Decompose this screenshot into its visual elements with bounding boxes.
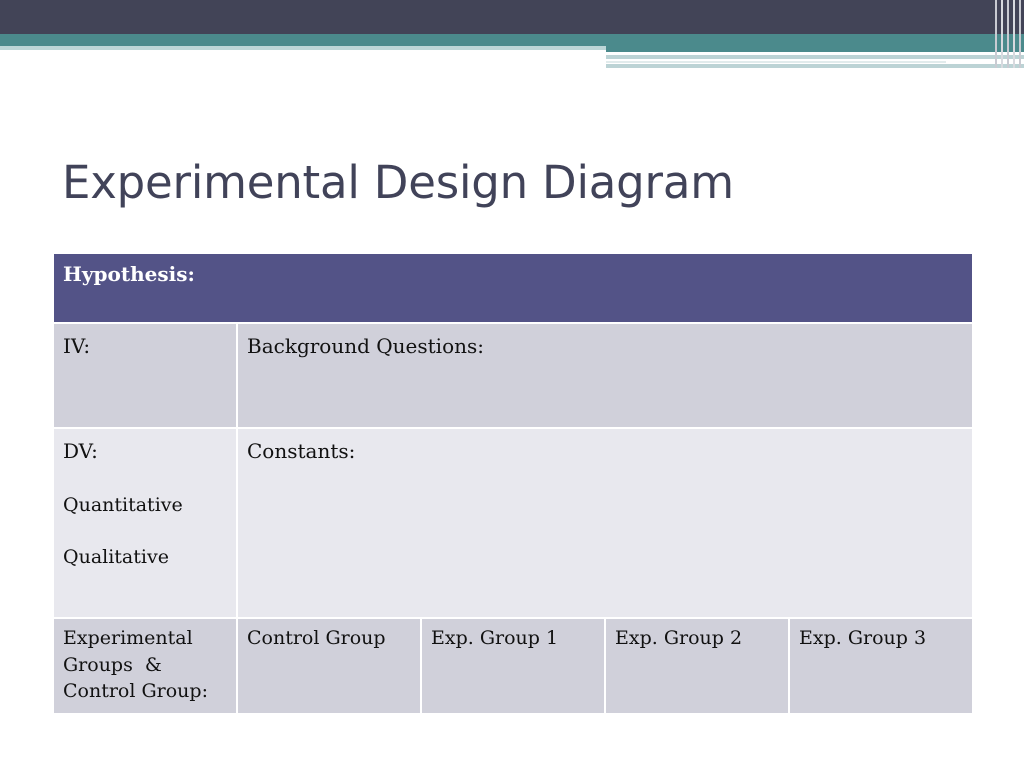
header-vertical-stripe xyxy=(1019,0,1021,68)
groups-label-line: Groups & xyxy=(63,653,162,676)
groups-label-line: Control Group: xyxy=(63,680,208,703)
groups-label-line: Experimental xyxy=(63,627,193,649)
slide: Experimental Design Diagram Hypothesis: … xyxy=(0,0,1024,768)
dv-row: DV: Quantitative Qualitative Constants: xyxy=(52,427,975,619)
dv-qualitative-label: Qualitative xyxy=(63,545,169,568)
header-band-dark xyxy=(0,0,1024,34)
control-group-cell[interactable]: Control Group xyxy=(236,617,422,715)
header-band-light xyxy=(0,46,606,50)
iv-row: IV: Background Questions: xyxy=(52,322,975,429)
header-band-teal xyxy=(0,34,1024,46)
exp-group-3-label: Exp. Group 3 xyxy=(799,627,927,649)
iv-label: IV: xyxy=(63,334,91,358)
exp-group-3-cell[interactable]: Exp. Group 3 xyxy=(787,617,975,715)
experimental-design-table: Hypothesis: IV: Background Questions: DV… xyxy=(51,252,975,715)
hypothesis-row: Hypothesis: xyxy=(51,252,975,324)
control-group-label: Control Group xyxy=(247,627,386,649)
exp-group-2-cell[interactable]: Exp. Group 2 xyxy=(604,617,790,715)
exp-group-1-cell[interactable]: Exp. Group 1 xyxy=(420,617,606,715)
header-band-pale xyxy=(606,64,826,68)
groups-label-cell[interactable]: Experimental Groups & Control Group: xyxy=(52,617,238,715)
exp-group-1-label: Exp. Group 1 xyxy=(431,627,559,649)
hypothesis-label: Hypothesis: xyxy=(63,262,195,286)
header-vertical-stripe xyxy=(1013,0,1015,68)
header-vertical-stripe xyxy=(1001,0,1003,68)
constants-label: Constants: xyxy=(247,439,356,463)
header-band-pale xyxy=(606,55,1024,59)
groups-row: Experimental Groups & Control Group: Con… xyxy=(52,617,975,715)
constants-cell[interactable]: Constants: xyxy=(235,427,975,619)
header-vertical-stripe xyxy=(1007,0,1009,68)
header-vertical-stripe xyxy=(995,0,997,68)
dv-quantitative-label: Quantitative xyxy=(63,494,183,516)
slide-title: Experimental Design Diagram xyxy=(62,156,734,209)
dv-label: DV: xyxy=(63,439,98,463)
background-questions-cell[interactable]: Background Questions: xyxy=(235,322,975,429)
dv-cell[interactable]: DV: Quantitative Qualitative xyxy=(52,427,238,619)
iv-cell[interactable]: IV: xyxy=(52,322,238,429)
hypothesis-cell[interactable]: Hypothesis: xyxy=(51,252,975,324)
exp-group-2-label: Exp. Group 2 xyxy=(615,627,743,649)
background-questions-label: Background Questions: xyxy=(247,334,485,358)
header-band-pale xyxy=(606,61,946,63)
